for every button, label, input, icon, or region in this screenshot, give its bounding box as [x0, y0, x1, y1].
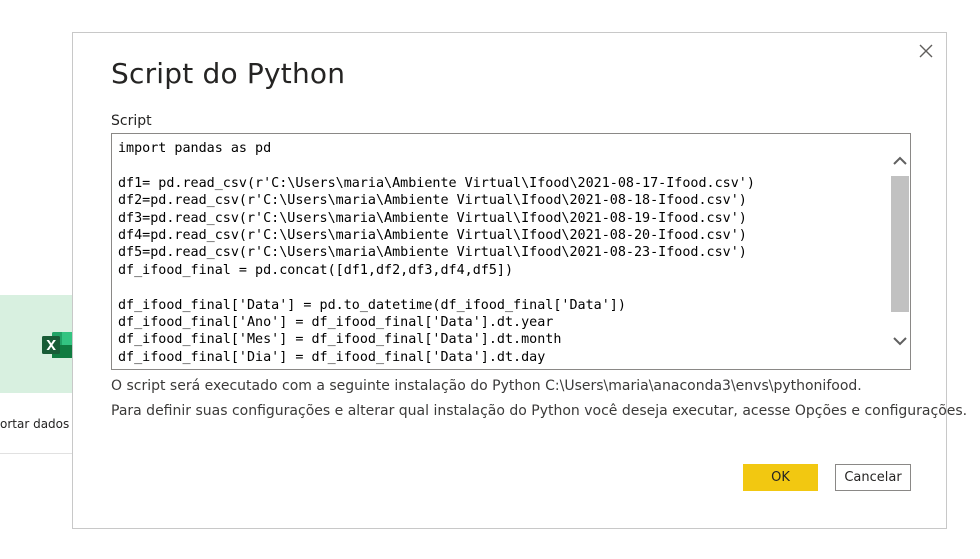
- script-editor[interactable]: import pandas as pd df1= pd.read_csv(r'C…: [111, 133, 911, 370]
- cancel-button[interactable]: Cancelar: [835, 464, 911, 491]
- scroll-down-icon[interactable]: [889, 330, 910, 352]
- python-script-dialog: Script do Python Script import pandas as…: [72, 32, 967, 529]
- script-label: Script: [111, 113, 152, 129]
- editor-scrollbar[interactable]: [889, 134, 910, 369]
- python-install-info: O script será executado com a seguinte i…: [111, 378, 862, 394]
- script-textarea[interactable]: import pandas as pd df1= pd.read_csv(r'C…: [118, 140, 886, 369]
- excel-icon: [42, 332, 72, 358]
- scroll-up-icon[interactable]: [889, 150, 910, 172]
- ok-button[interactable]: OK: [743, 464, 818, 491]
- get-data-card-label: ortar dados d: [0, 417, 72, 431]
- close-icon[interactable]: [916, 41, 936, 61]
- scroll-thumb[interactable]: [891, 176, 909, 312]
- dialog-title: Script do Python: [111, 57, 346, 90]
- python-config-info: Para definir suas configurações e altera…: [111, 403, 968, 419]
